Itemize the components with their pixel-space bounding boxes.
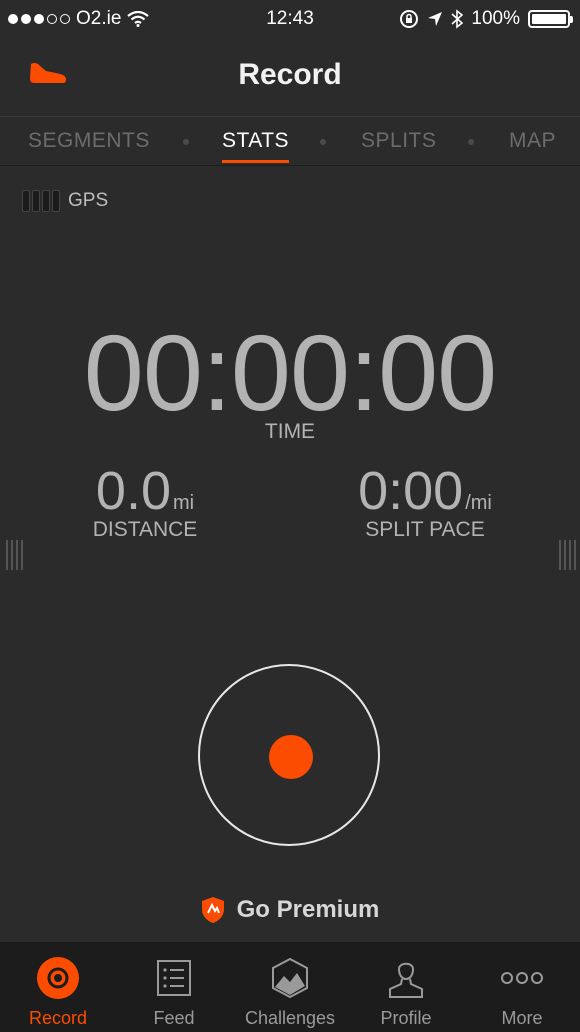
distance-value: 0.0 xyxy=(95,461,171,521)
gps-indicator: GPS xyxy=(22,190,108,212)
elapsed-time-value: 00:00:00 xyxy=(83,312,497,433)
record-dot-icon xyxy=(269,735,313,779)
tab-separator xyxy=(468,139,474,145)
more-icon xyxy=(501,972,543,984)
right-swipe-handle[interactable] xyxy=(559,540,576,570)
segment-tabs: SEGMENTS STATS SPLITS MAP xyxy=(0,116,580,166)
tabbar-more[interactable]: More xyxy=(464,942,580,1032)
tabbar-challenges[interactable]: Challenges xyxy=(232,942,348,1032)
feed-icon xyxy=(157,960,191,996)
split-pace-label: SPLIT PACE xyxy=(365,518,485,541)
split-pace-stat: 0:00/mi SPLIT PACE xyxy=(340,460,510,542)
tabbar-feed[interactable]: Feed xyxy=(116,942,232,1032)
premium-shield-icon xyxy=(201,897,224,923)
tabbar-record[interactable]: Record xyxy=(0,942,116,1032)
distance-stat: 0.0 mi DISTANCE xyxy=(80,460,210,542)
left-swipe-handle[interactable] xyxy=(6,540,23,570)
battery-percentage: 100% xyxy=(471,8,520,29)
elapsed-time-label: TIME xyxy=(264,420,316,443)
distance-unit: mi xyxy=(172,492,195,514)
tabbar-feed-label: Feed xyxy=(153,1008,195,1028)
profile-icon xyxy=(389,962,423,998)
tabbar-record-label: Record xyxy=(28,1008,88,1028)
rotation-lock-icon xyxy=(400,10,419,28)
header: Record xyxy=(0,38,580,116)
location-arrow-icon xyxy=(428,12,443,26)
bottom-tab-bar: Record Feed Challenges Profile More xyxy=(0,942,580,1032)
tabbar-profile-label: Profile xyxy=(380,1008,432,1028)
status-bar: O2.ie 12:43 100% xyxy=(0,0,580,38)
tabbar-more-label: More xyxy=(501,1008,543,1028)
tab-separator xyxy=(183,139,189,145)
split-pace-unit: /mi xyxy=(465,492,492,514)
tab-segments[interactable]: SEGMENTS xyxy=(28,129,150,153)
split-pace-value: 0:00 xyxy=(358,461,464,521)
gps-label: GPS xyxy=(68,190,109,211)
gps-signal-icon xyxy=(22,190,60,212)
go-premium-label: Go Premium xyxy=(236,896,380,923)
challenges-icon xyxy=(272,957,308,999)
go-premium-link[interactable]: Go Premium xyxy=(0,896,580,924)
tab-stats[interactable]: STATS xyxy=(222,129,290,163)
tabbar-profile[interactable]: Profile xyxy=(348,942,464,1032)
record-button[interactable] xyxy=(198,664,380,846)
battery-icon xyxy=(528,10,573,28)
tab-map[interactable]: MAP xyxy=(509,129,556,153)
distance-label: DISTANCE xyxy=(92,518,198,541)
tab-splits[interactable]: SPLITS xyxy=(361,129,436,153)
bluetooth-icon xyxy=(451,9,464,29)
tab-separator xyxy=(320,139,326,145)
page-title: Record xyxy=(238,58,342,91)
record-icon xyxy=(37,957,79,999)
tabbar-challenges-label: Challenges xyxy=(244,1008,336,1028)
